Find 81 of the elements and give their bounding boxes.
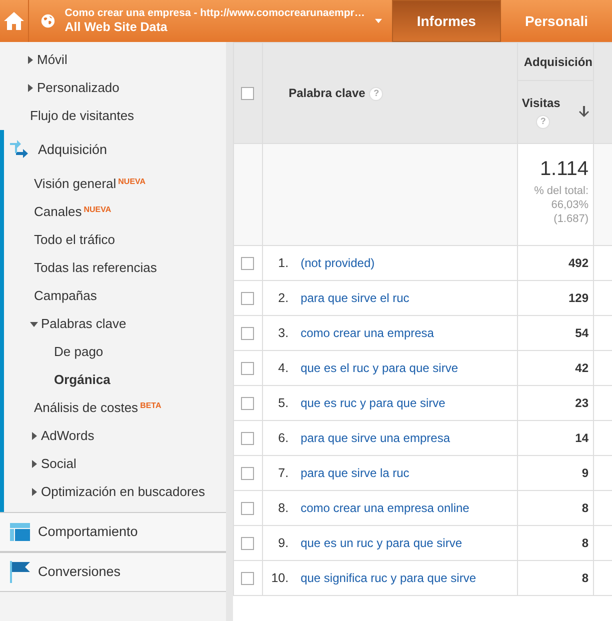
caret-down-icon (30, 322, 38, 326)
keyword-link[interactable]: que significa ruc y para que sirve (300, 569, 476, 587)
checkbox[interactable] (241, 397, 254, 410)
keyword-link[interactable]: (not provided) (300, 254, 375, 272)
total-overall: (1.687) (552, 212, 589, 226)
row-number: 4. (277, 360, 290, 377)
nav-section[interactable]: Adquisición (4, 130, 226, 170)
checkbox[interactable] (241, 257, 254, 270)
layout-icon (10, 523, 30, 541)
row-number: 3. (277, 324, 290, 342)
keyword-link[interactable]: para que sirve el ruc (300, 289, 410, 307)
nav-item[interactable]: Orgánica (4, 366, 226, 394)
checkbox[interactable] (241, 362, 254, 376)
caret-right-icon (28, 56, 33, 64)
caret-right-icon (32, 432, 37, 440)
row-number: 7. (277, 464, 290, 482)
keyword-link[interactable]: que es ruc y para que sirve (300, 394, 446, 412)
nav-item[interactable]: Optimización en buscadores (4, 478, 226, 506)
keyword-link[interactable]: como crear una empresa online (300, 499, 470, 517)
nav-item[interactable]: De pago (4, 338, 226, 366)
nav-section[interactable]: Conversiones (0, 552, 226, 592)
nav-item[interactable]: AdWords (4, 422, 226, 450)
keyword-link[interactable]: para que sirve una empresa (300, 429, 450, 447)
table-cell: 42 (575, 361, 589, 375)
table-cell: 492 (568, 256, 589, 270)
table-cell: 8 (582, 501, 589, 515)
caret-right-icon (28, 84, 33, 92)
row-number: 2. (277, 290, 290, 307)
sort-down-arrow-icon[interactable] (578, 106, 589, 118)
nav-section[interactable]: Comportamiento (0, 512, 226, 552)
table-cell: 54 (575, 326, 589, 340)
badge-text: BETA (140, 400, 162, 412)
keyword-link[interactable]: que es el ruc y para que sirve (300, 359, 458, 377)
checkbox[interactable] (241, 467, 254, 480)
table-cell: 9 (582, 466, 589, 480)
checkbox[interactable] (241, 327, 254, 340)
checkbox[interactable] (241, 572, 254, 586)
row-number: 9. (277, 534, 290, 552)
keyword-link[interactable]: como crear una empresa (300, 324, 434, 342)
caret-right-icon (32, 460, 37, 468)
checkbox[interactable] (241, 87, 254, 100)
table-cell: 14 (575, 431, 589, 445)
nav-item[interactable]: Social (4, 450, 226, 478)
home-icon[interactable] (2, 11, 25, 31)
caret-right-icon (32, 488, 37, 496)
checkbox[interactable] (241, 292, 254, 306)
row-number: 10. (270, 570, 290, 587)
row-number: 8. (277, 500, 290, 517)
dropdown-caret-icon[interactable] (374, 18, 382, 24)
table-cell: 8 (582, 571, 589, 585)
flag-icon (10, 561, 30, 583)
nav-item[interactable]: Flujo de visitantes (0, 102, 226, 130)
badge-text: NUEVA (118, 176, 146, 188)
keyword-link[interactable]: para que sirve la ruc (300, 464, 410, 482)
nav-item[interactable]: Todo el tráfico (4, 226, 226, 254)
total-value: 1.114 (538, 157, 589, 182)
view-name: All Web Site Data (64, 20, 168, 35)
checkbox[interactable] (241, 502, 254, 516)
table-cell: 129 (568, 291, 589, 305)
row-number: 6. (277, 430, 290, 447)
nav-tab[interactable]: Informes (392, 0, 501, 42)
arrows-icon (10, 140, 30, 160)
checkbox[interactable] (241, 432, 254, 446)
column-group-header: Adquisición (524, 54, 593, 68)
keyword-link[interactable]: que es un ruc y para que sirve (300, 534, 462, 552)
table-cell: 23 (575, 396, 589, 410)
total-share-label: % del total: (533, 184, 589, 198)
table-cell: 8 (582, 536, 589, 550)
nav-item[interactable]: Campañas (4, 282, 226, 310)
row-number: 1. (277, 254, 290, 272)
column-header[interactable]: Visitas (522, 94, 560, 112)
total-share: 66,03% (550, 198, 589, 212)
nav-item[interactable]: Móvil (0, 46, 226, 74)
column-header[interactable]: Palabra clave (288, 86, 366, 100)
nav-item[interactable]: Palabras clave (4, 310, 226, 338)
nav-item[interactable]: Personalizado (0, 74, 226, 102)
account-title: Como crear una empresa - http://www.comocrearunaempr… (64, 7, 365, 20)
row-number: 5. (277, 394, 290, 412)
checkbox[interactable] (241, 537, 254, 550)
badge-text: NUEVA (84, 204, 112, 216)
nav-item[interactable]: Todas las referencias (4, 254, 226, 282)
